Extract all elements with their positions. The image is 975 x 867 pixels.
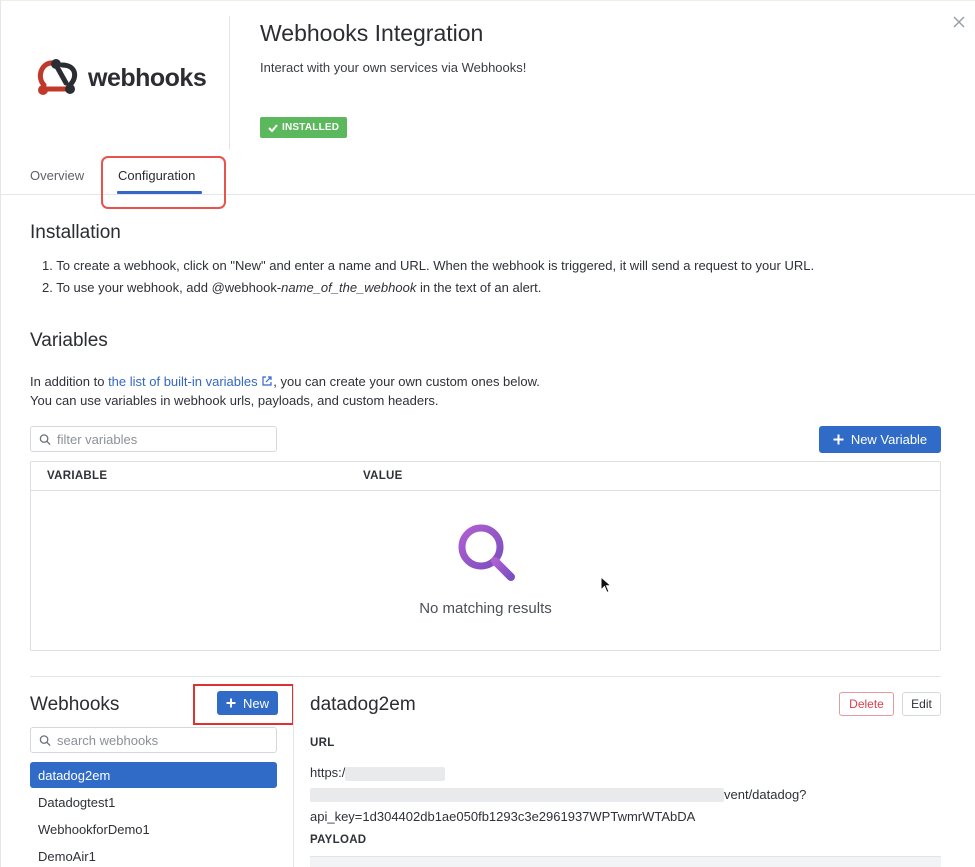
new-webhook-button[interactable]: New (217, 691, 278, 715)
external-link-icon[interactable] (261, 375, 273, 387)
desc-prefix: In addition to (30, 374, 109, 389)
new-variable-button[interactable]: New Variable (819, 426, 941, 453)
payload-label: PAYLOAD (310, 834, 367, 846)
variables-table: VARIABLE VALUE No matching results (30, 461, 941, 651)
search-icon (39, 433, 51, 445)
check-icon (268, 123, 278, 132)
redacted-block (345, 766, 446, 781)
url-label: URL (310, 737, 335, 749)
installation-step-2: 2. To use your webhook, add @webhook-nam… (42, 277, 814, 299)
webhook-item-datadog2em[interactable]: datadog2em (30, 762, 277, 788)
variables-heading: Variables (30, 330, 108, 351)
variables-table-header: VARIABLE VALUE (31, 462, 940, 491)
variables-description: In addition to the list of built-in vari… (30, 372, 540, 410)
webhooks-logo-icon (37, 59, 78, 95)
new-variable-label: New Variable (850, 432, 928, 447)
tab-overview[interactable]: Overview (30, 168, 84, 183)
installation-step-1: 1. To create a webhook, click on "New" a… (42, 258, 815, 273)
url-mid: vent/datadog? (724, 787, 807, 802)
url-line-2: vent/datadog? (310, 784, 940, 806)
magnifier-icon (458, 524, 515, 581)
step2-prefix: 2. To use your webhook, add @webhook- (42, 280, 282, 295)
installation-steps: 1. To create a webhook, click on "New" a… (42, 255, 814, 299)
webhook-url-value: https:/ vent/datadog? api_key=1d304402db… (310, 762, 940, 828)
page-subtitle: Interact with your own services via Webh… (260, 60, 527, 75)
built-in-variables-link[interactable]: the list of built-in variables (108, 374, 258, 389)
payload-editor[interactable] (310, 856, 941, 867)
list-detail-divider (293, 684, 294, 867)
step2-mention: name_of_the_webhook (281, 280, 417, 295)
webhooks-list: datadog2em Datadogtest1 WebhookforDemo1 … (30, 762, 277, 867)
header-divider (229, 16, 230, 150)
plus-icon (226, 698, 236, 708)
webhook-item-demoair1[interactable]: DemoAir1 (30, 843, 277, 867)
edit-button[interactable]: Edit (902, 692, 941, 716)
new-webhook-label: New (242, 695, 269, 711)
installed-badge: INSTALLED (260, 117, 348, 138)
url-prefix: https:/ (310, 765, 346, 780)
search-icon (39, 734, 51, 746)
filter-variables-field[interactable] (30, 426, 277, 452)
close-icon[interactable] (951, 14, 967, 30)
column-header-variable: VARIABLE (47, 470, 108, 482)
url-line-1: https:/ (310, 762, 940, 784)
section-divider (30, 676, 941, 677)
search-webhooks-field[interactable] (30, 727, 277, 753)
page-title: Webhooks Integration (260, 20, 484, 46)
variables-desc-line2: You can use variables in webhook urls, p… (30, 393, 439, 408)
webhook-item-webhookfordemo1[interactable]: WebhookforDemo1 (30, 816, 277, 842)
step2-suffix: in the text of an alert. (416, 280, 542, 295)
url-line-3: api_key=1d304402db1ae050fb1293c3e2961937… (310, 809, 696, 824)
plus-icon (833, 434, 844, 445)
redacted-block (310, 788, 724, 802)
search-webhooks-input[interactable] (57, 732, 276, 748)
desc-suffix: , you can create your own custom ones be… (273, 374, 540, 389)
installed-badge-label: INSTALLED (282, 122, 340, 133)
delete-button[interactable]: Delete (839, 692, 894, 716)
webhooks-logo: webhooks (32, 55, 207, 101)
mouse-cursor-icon (600, 576, 612, 594)
logo-wordmark: webhooks (88, 63, 207, 92)
webhook-detail-title: datadog2em (310, 694, 416, 715)
variables-desc-line1: In addition to the list of built-in vari… (30, 372, 540, 391)
column-header-value: VALUE (363, 470, 403, 482)
webhooks-heading: Webhooks (30, 694, 120, 715)
configuration-tab-highlight (101, 156, 226, 209)
empty-state-text: No matching results (419, 600, 552, 617)
installation-heading: Installation (30, 222, 121, 243)
integration-header: webhooks Webhooks Integration Interact w… (0, 0, 975, 150)
webhook-item-datadogtest1[interactable]: Datadogtest1 (30, 789, 277, 815)
filter-variables-input[interactable] (57, 431, 276, 447)
